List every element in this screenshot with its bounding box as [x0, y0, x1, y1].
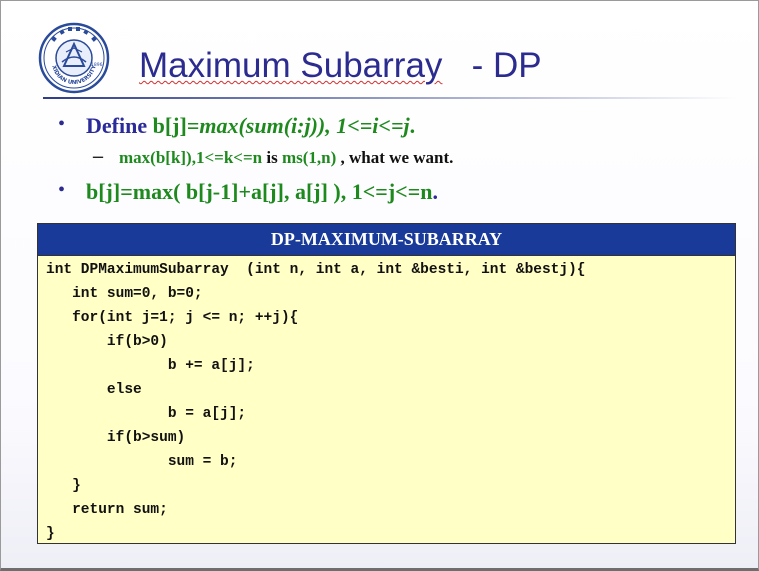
sub-bullet-dash-icon: – — [93, 145, 103, 167]
bullet-define-formula: max(sum(i:j)), 1<=i<=j — [199, 113, 410, 138]
code-line: else — [46, 382, 142, 398]
bullet-define-expr: b[j] — [152, 113, 187, 138]
sub-bullet-part4: , what we want. — [336, 148, 454, 167]
bullet-recurrence: b[j]=max( b[j-1]+a[j], a[j] ), 1<=j<=n. — [86, 178, 438, 206]
slide-title-main: Maximum Subarray — [139, 46, 443, 85]
code-panel: DP-MAXIMUM-SUBARRAY int DPMaximumSubarra… — [37, 223, 736, 544]
sub-bullet-max: max(b[k]),1<=k<=n is ms(1,n) , what we w… — [119, 147, 453, 169]
bullet-define-end: . — [409, 113, 416, 138]
code-line: sum = b; — [46, 454, 238, 470]
bullet-recurrence-text: b[j]=max( b[j-1]+a[j], a[j] ), 1<=j<=n — [86, 179, 433, 204]
title-underline-rule — [43, 97, 737, 99]
bullet-recurrence-end: . — [432, 179, 438, 204]
code-line: if(b>0) — [46, 334, 168, 350]
code-panel-header: DP-MAXIMUM-SUBARRAY — [38, 224, 735, 256]
logo-year: 1896 — [91, 62, 103, 68]
code-line: b += a[j]; — [46, 358, 255, 374]
slide-title-suffix: - DP — [442, 46, 542, 85]
university-seal-logo: XIDIAN UNIVERSITY 1896 — [38, 22, 110, 94]
bullet-define: Define b[j]=max(sum(i:j)), 1<=i<=j. — [86, 112, 415, 140]
code-line: if(b>sum) — [46, 430, 186, 446]
bullet-define-prefix: Define — [86, 113, 153, 138]
code-line: for(int j=1; j <= n; ++j){ — [46, 310, 299, 326]
bullet-define-eq: = — [186, 113, 200, 138]
code-line: return sum; — [46, 502, 168, 518]
sub-bullet-part1: max(b[k]),1<=k<=n — [119, 148, 263, 167]
sub-bullet-part3: ms(1,n) — [281, 148, 337, 167]
code-line: int sum=0, b=0; — [46, 286, 203, 302]
slide-title: Maximum Subarray - DP — [139, 44, 542, 88]
code-line: int DPMaximumSubarray (int n, int a, int… — [46, 262, 586, 278]
bullet-dot-icon: • — [58, 179, 66, 201]
code-line: } — [46, 478, 81, 494]
bullet-dot-icon: • — [58, 113, 66, 135]
code-line: b = a[j]; — [46, 406, 247, 422]
code-line: } — [46, 526, 55, 542]
sub-bullet-part2: is — [262, 148, 282, 167]
slide: XIDIAN UNIVERSITY 1896 Maximum Subarray … — [0, 0, 759, 571]
